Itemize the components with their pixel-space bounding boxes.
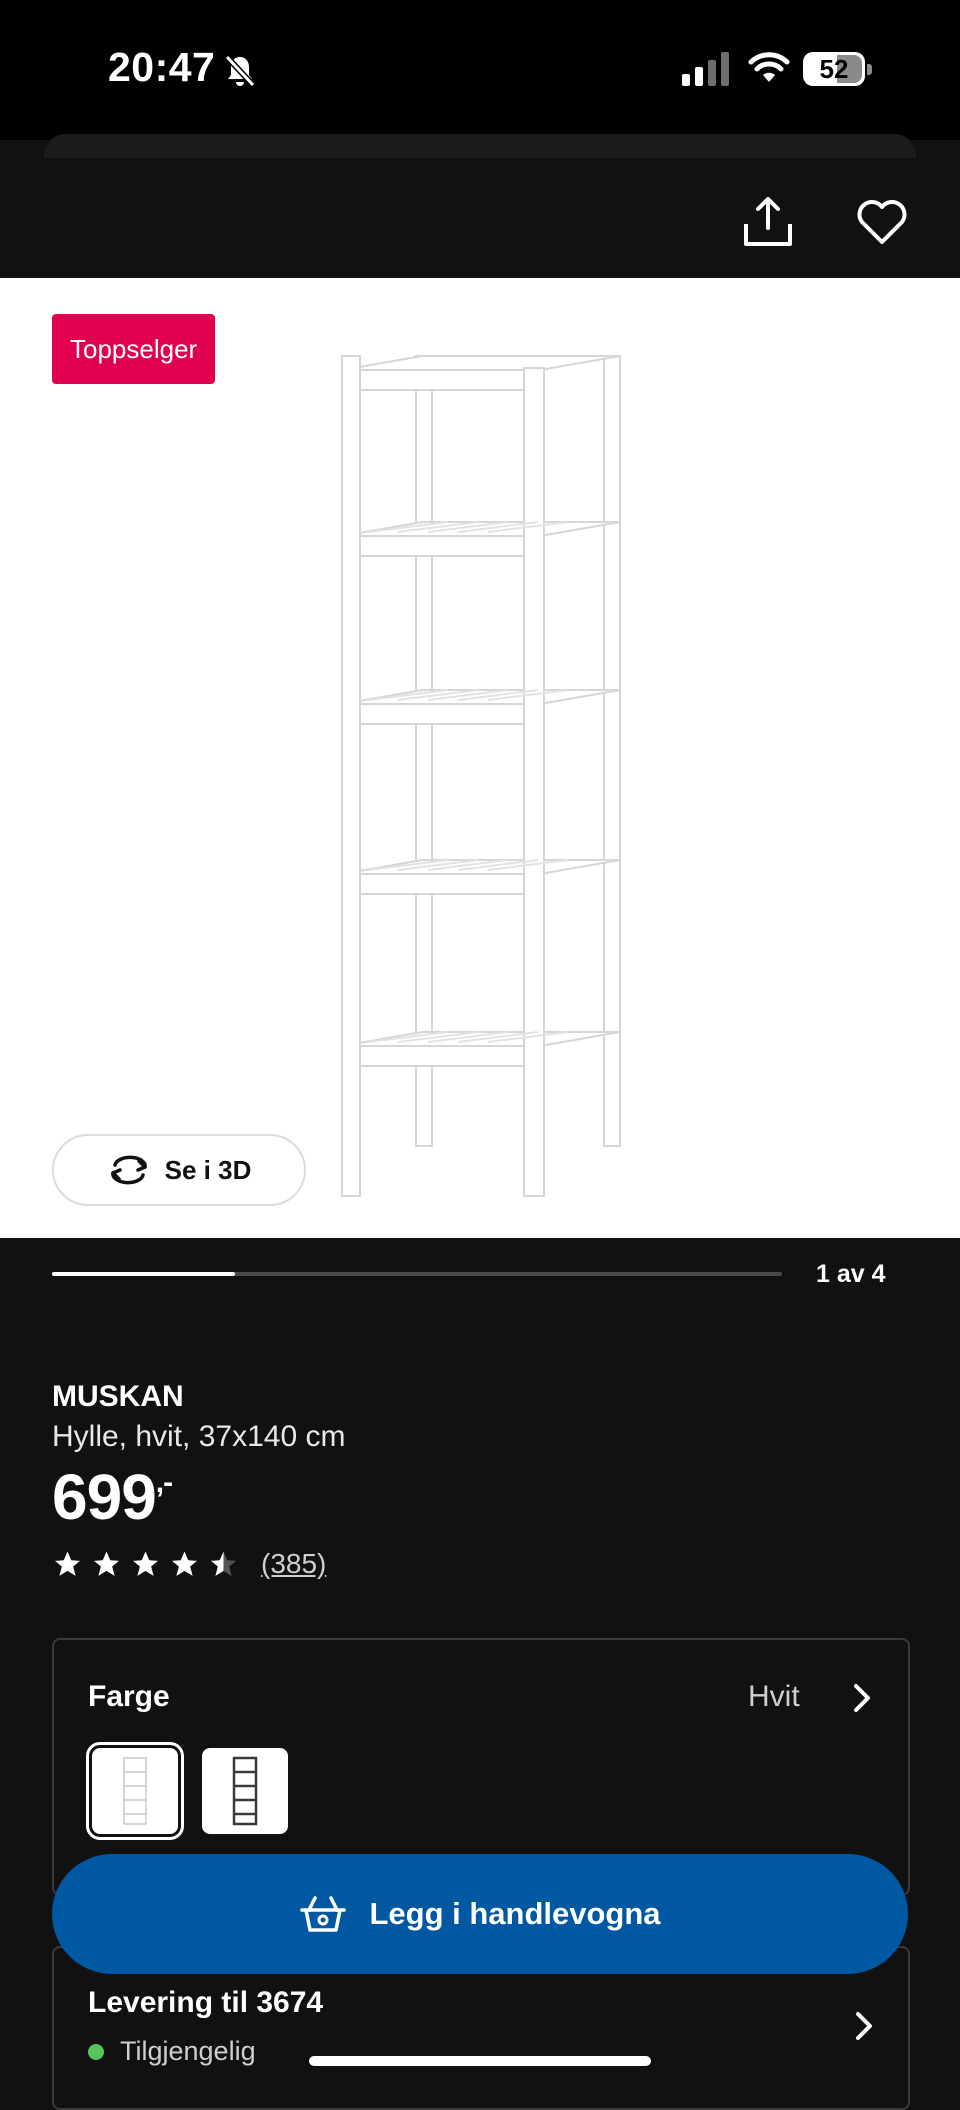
add-to-cart-button[interactable]: Legg i handlevogna bbox=[52, 1854, 908, 1974]
home-indicator[interactable] bbox=[309, 2056, 651, 2066]
product-description: Hylle, hvit, 37x140 cm bbox=[52, 1420, 346, 1453]
delivery-status-label: Tilgjengelig bbox=[120, 2036, 256, 2066]
product-price: 699,- bbox=[52, 1460, 173, 1534]
swatch-white[interactable] bbox=[86, 1742, 184, 1840]
chevron-right-icon[interactable] bbox=[854, 2010, 874, 2042]
white-shelf-thumbnail bbox=[123, 1757, 147, 1825]
price-suffix: ,- bbox=[155, 1466, 173, 1499]
battery-percent: 52 bbox=[819, 54, 849, 84]
price-value: 699 bbox=[52, 1461, 157, 1533]
product-image-gallery[interactable]: Toppselger Se i 3D bbox=[0, 278, 960, 1238]
view-3d-button[interactable]: Se i 3D bbox=[52, 1134, 306, 1206]
half-star-icon bbox=[211, 1551, 236, 1576]
availability-dot bbox=[88, 2043, 104, 2060]
heart-icon[interactable] bbox=[854, 194, 910, 250]
review-count-link[interactable]: (385) bbox=[261, 1548, 326, 1580]
swatch-dark-grey[interactable] bbox=[202, 1748, 288, 1834]
product-name: MUSKAN bbox=[52, 1380, 184, 1413]
top-seller-badge: Toppselger bbox=[52, 314, 216, 384]
battery-icon: 52 bbox=[803, 52, 873, 86]
shopping-basket-icon bbox=[300, 1896, 347, 1932]
dark-shelf-thumbnail bbox=[232, 1756, 258, 1826]
delivery-status: Tilgjengelig bbox=[88, 2036, 256, 2067]
signal-icon bbox=[682, 52, 729, 86]
star-icon bbox=[55, 1551, 80, 1576]
color-title: Farge bbox=[88, 1680, 170, 1713]
star-icon bbox=[94, 1551, 119, 1576]
bell-off-icon bbox=[224, 54, 256, 88]
shelf-product-image bbox=[341, 355, 621, 1197]
share-icon[interactable] bbox=[740, 194, 796, 250]
star-icon bbox=[172, 1551, 197, 1576]
view-3d-label: Se i 3D bbox=[164, 1154, 252, 1185]
battery-tip bbox=[867, 64, 872, 75]
gallery-progress bbox=[52, 1272, 782, 1276]
gallery-pager: 1 av 4 bbox=[816, 1260, 886, 1288]
rotate-3d-icon bbox=[110, 1155, 147, 1185]
gallery-progress-fill bbox=[52, 1272, 235, 1276]
chevron-right-icon[interactable] bbox=[852, 1682, 872, 1714]
color-selected-value: Hvit bbox=[748, 1680, 800, 1713]
status-time: 20:47 bbox=[108, 44, 216, 90]
status-bar: 20:47 52 bbox=[0, 0, 960, 140]
add-to-cart-label: Legg i handlevogna bbox=[369, 1896, 661, 1931]
rating-stars[interactable]: (385) bbox=[52, 1548, 326, 1580]
delivery-title: Levering til 3674 bbox=[88, 1986, 324, 2019]
star-icon bbox=[133, 1551, 158, 1576]
wifi-icon bbox=[748, 52, 790, 82]
